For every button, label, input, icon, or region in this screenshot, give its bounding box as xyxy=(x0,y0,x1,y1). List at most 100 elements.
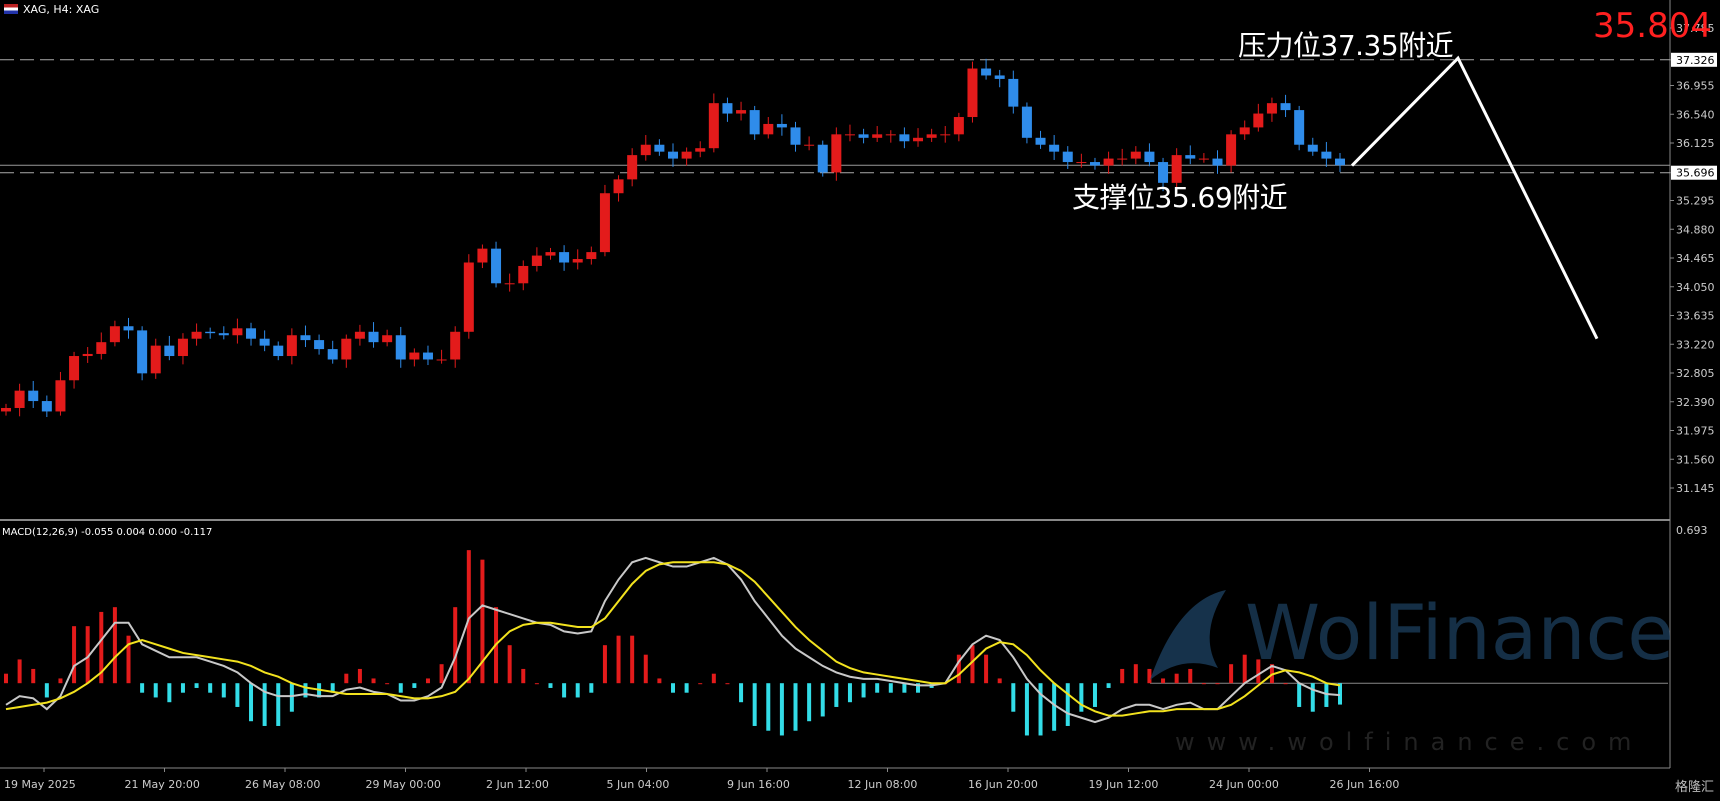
macd-histogram-bar xyxy=(698,683,703,685)
macd-histogram-bar xyxy=(548,683,553,688)
macd-histogram-bar xyxy=(221,683,226,698)
candle-body xyxy=(695,148,706,152)
macd-histogram-bar xyxy=(262,683,267,726)
macd-histogram-bar xyxy=(126,635,131,684)
candle-body xyxy=(994,75,1005,79)
macd-histogram-bar xyxy=(357,668,362,684)
candle-body xyxy=(518,265,529,284)
macd-histogram-bar xyxy=(725,683,730,685)
time-tick-label: 12 Jun 08:00 xyxy=(848,778,918,791)
macd-histogram-bar xyxy=(344,673,349,684)
macd-histogram-bar xyxy=(534,683,539,685)
price-chart[interactable]: 37.78537.32636.95536.54036.12535.69635.2… xyxy=(0,0,1720,801)
macd-histogram-bar xyxy=(276,683,281,726)
macd-histogram-bar xyxy=(1188,668,1193,684)
candle-body xyxy=(899,134,910,142)
candle-body xyxy=(150,345,161,374)
candle-body xyxy=(1089,162,1100,166)
macd-histogram-bar xyxy=(412,683,417,688)
candle-body xyxy=(885,134,896,136)
macd-histogram-bar xyxy=(902,683,907,693)
candle-body xyxy=(831,134,842,173)
watermark-brand: WolFinance xyxy=(1245,588,1675,677)
candle-body xyxy=(14,390,25,408)
macd-histogram-bar xyxy=(847,683,852,703)
time-tick-label: 5 Jun 04:00 xyxy=(607,778,670,791)
macd-axis-label: 0.693 xyxy=(1676,524,1708,537)
macd-histogram-bar xyxy=(4,673,8,684)
candle-body xyxy=(164,345,175,357)
candle-body xyxy=(913,137,924,142)
macd-histogram-bar xyxy=(507,645,512,684)
projection-line xyxy=(1350,55,1599,340)
macd-histogram-bar xyxy=(249,683,254,722)
candle-body xyxy=(981,68,992,76)
macd-histogram-bar xyxy=(194,683,199,688)
candle-body xyxy=(1035,137,1046,145)
candle-body xyxy=(259,338,270,346)
candle-body xyxy=(790,127,801,145)
candle-body xyxy=(1076,162,1087,164)
candle-body xyxy=(763,123,774,135)
price-tick-label: 36.955 xyxy=(1676,80,1715,93)
price-tick-label: 36.540 xyxy=(1676,108,1715,121)
symbol-header: XAG, H4: XAG xyxy=(4,3,99,16)
time-tick-label: 26 May 08:00 xyxy=(245,778,320,791)
candle-body xyxy=(613,179,624,194)
macd-histogram-bar xyxy=(1310,683,1315,712)
macd-histogram-bar xyxy=(684,683,689,693)
candle-body xyxy=(1321,151,1332,159)
macd-histogram-bar xyxy=(630,635,635,684)
macd-histogram-bar xyxy=(875,683,880,693)
candle-body xyxy=(1008,78,1019,107)
candle-body xyxy=(1335,158,1345,166)
candle-body xyxy=(531,255,542,266)
macd-histogram-bar xyxy=(807,683,812,722)
macd-histogram-bar xyxy=(1174,673,1179,684)
candle-body xyxy=(1144,151,1155,163)
candle-body xyxy=(1062,151,1073,163)
watermark-url: www.wolfinance.com xyxy=(1175,728,1644,756)
candle-body xyxy=(218,333,229,336)
price-tick-label: 34.465 xyxy=(1676,252,1715,265)
macd-histogram-bar xyxy=(1338,683,1342,705)
macd-line xyxy=(5,556,1341,724)
price-tick-label: 33.635 xyxy=(1676,310,1715,323)
candle-body xyxy=(55,380,66,412)
macd-histogram-bar xyxy=(439,664,444,684)
candle-body xyxy=(858,134,869,138)
candle-body xyxy=(491,248,502,284)
symbol-text: XAG, H4: XAG xyxy=(23,3,100,16)
candle-body xyxy=(654,144,665,152)
candle-body xyxy=(668,151,678,159)
macd-histogram-bar xyxy=(1106,683,1111,688)
candle-body xyxy=(926,134,937,138)
candle-body xyxy=(341,338,352,360)
macd-histogram-bar xyxy=(235,683,240,707)
macd-histogram-bar xyxy=(1297,683,1302,707)
price-tick-label: 36.125 xyxy=(1676,137,1715,150)
candle-body xyxy=(1212,158,1223,166)
candle-body xyxy=(749,110,760,135)
candle-body xyxy=(300,335,311,341)
macd-histogram-bar xyxy=(752,683,757,726)
candle-body xyxy=(1239,127,1250,135)
macd-histogram-bar xyxy=(711,673,716,684)
time-tick-label: 9 Jun 16:00 xyxy=(727,778,790,791)
macd-histogram-bar xyxy=(779,683,784,736)
candle-body xyxy=(327,349,338,360)
macd-histogram-bar xyxy=(766,683,771,731)
macd-histogram-bar xyxy=(453,607,458,684)
macd-histogram-bar xyxy=(589,683,594,693)
macd-indicator-label: MACD(12,26,9) -0.055 0.004 0.000 -0.117 xyxy=(2,527,213,538)
candle-body xyxy=(1117,158,1128,160)
macd-histogram-bar xyxy=(997,678,1002,684)
macd-histogram-bar xyxy=(1079,683,1084,712)
candle-body xyxy=(967,68,978,118)
candle-body xyxy=(232,328,243,336)
candle-body xyxy=(395,335,406,360)
candle-body xyxy=(953,117,964,135)
price-tick-label: 32.390 xyxy=(1676,396,1715,409)
macd-histogram-bar xyxy=(180,683,185,693)
price-tick-label: 33.220 xyxy=(1676,338,1715,351)
